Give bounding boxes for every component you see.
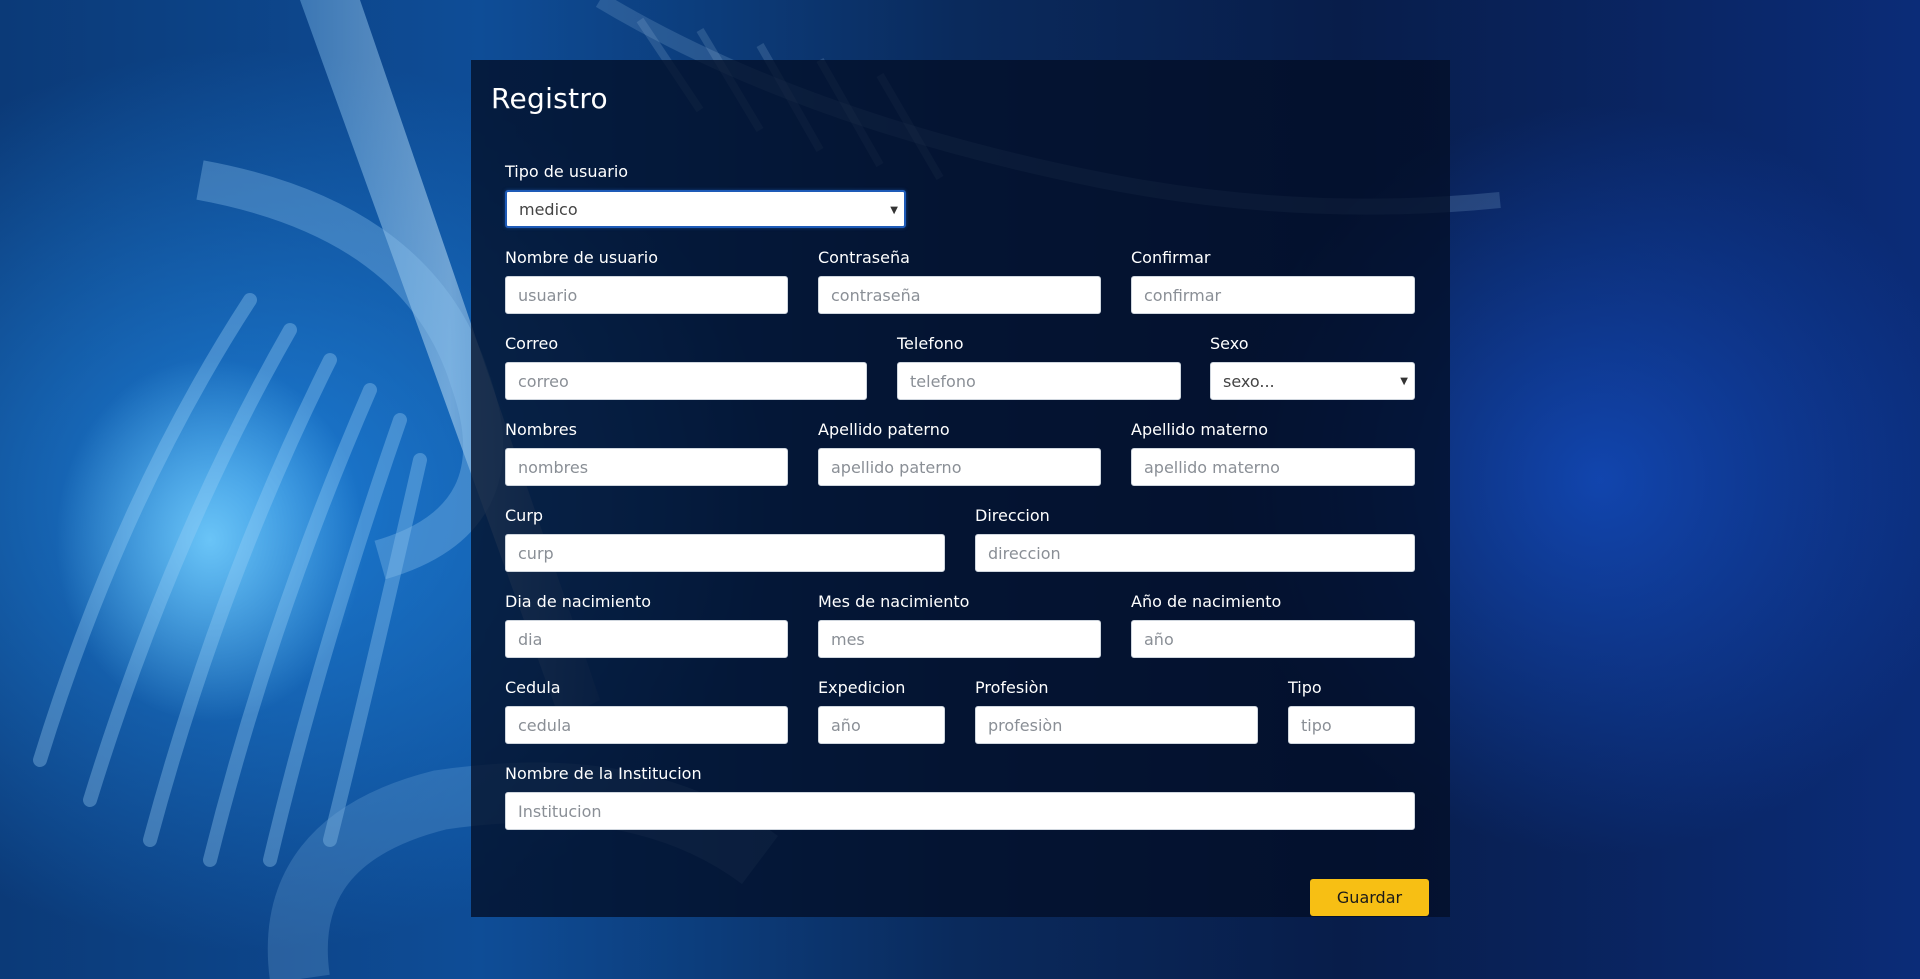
confirm-field: Confirmar <box>1131 248 1415 318</box>
type-field: Tipo <box>1288 678 1415 748</box>
license-label: Cedula <box>505 678 561 697</box>
save-button[interactable]: Guardar <box>1310 879 1429 916</box>
username-field: Nombre de usuario <box>505 248 788 318</box>
confirm-input[interactable] <box>1131 276 1415 314</box>
names-label: Nombres <box>505 420 577 439</box>
user-type-select[interactable]: medico ▼ <box>505 190 906 228</box>
address-label: Direccion <box>975 506 1050 525</box>
email-input[interactable] <box>505 362 867 400</box>
sex-label: Sexo <box>1210 334 1249 353</box>
profession-field: Profesiòn <box>975 678 1258 748</box>
email-field: Correo <box>505 334 867 404</box>
maternal-surname-field: Apellido materno <box>1131 420 1415 490</box>
username-input[interactable] <box>505 276 788 314</box>
birth-day-field: Dia de nacimiento <box>505 592 788 662</box>
username-label: Nombre de usuario <box>505 248 658 267</box>
license-input[interactable] <box>505 706 788 744</box>
user-type-value: medico <box>519 199 578 219</box>
sex-select[interactable]: sexo... ▼ <box>1210 362 1415 400</box>
dropdown-caret-icon: ▼ <box>890 205 898 216</box>
license-field: Cedula <box>505 678 788 748</box>
issue-year-input[interactable] <box>818 706 945 744</box>
curp-field: Curp <box>505 506 945 576</box>
page-title: Registro <box>491 82 608 115</box>
curp-label: Curp <box>505 506 544 525</box>
institution-input[interactable] <box>505 792 1415 830</box>
phone-label: Telefono <box>897 334 964 353</box>
type-label: Tipo <box>1288 678 1322 697</box>
paternal-surname-field: Apellido paterno <box>818 420 1101 490</box>
sex-field: Sexo sexo... ▼ <box>1210 334 1415 404</box>
names-field: Nombres <box>505 420 788 490</box>
birth-month-field: Mes de nacimiento <box>818 592 1101 662</box>
maternal-surname-input[interactable] <box>1131 448 1415 486</box>
birth-year-field: Año de nacimiento <box>1131 592 1415 662</box>
registration-panel: Registro Tipo de usuario medico ▼ Nombre… <box>471 60 1450 917</box>
user-type-field: Tipo de usuario medico ▼ <box>505 162 906 232</box>
confirm-label: Confirmar <box>1131 248 1211 267</box>
birth-year-input[interactable] <box>1131 620 1415 658</box>
user-type-label: Tipo de usuario <box>505 162 629 181</box>
institution-label: Nombre de la Institucion <box>505 764 702 783</box>
phone-field: Telefono <box>897 334 1181 404</box>
curp-input[interactable] <box>505 534 945 572</box>
phone-input[interactable] <box>897 362 1181 400</box>
password-field: Contraseña <box>818 248 1101 318</box>
address-input[interactable] <box>975 534 1415 572</box>
maternal-surname-label: Apellido materno <box>1131 420 1269 439</box>
issue-year-field: Expedicion <box>818 678 945 748</box>
birth-month-label: Mes de nacimiento <box>818 592 970 611</box>
profession-input[interactable] <box>975 706 1258 744</box>
password-input[interactable] <box>818 276 1101 314</box>
address-field: Direccion <box>975 506 1415 576</box>
paternal-surname-input[interactable] <box>818 448 1101 486</box>
birth-month-input[interactable] <box>818 620 1101 658</box>
profession-label: Profesiòn <box>975 678 1049 697</box>
password-label: Contraseña <box>818 248 910 267</box>
birth-day-input[interactable] <box>505 620 788 658</box>
birth-year-label: Año de nacimiento <box>1131 592 1282 611</box>
paternal-surname-label: Apellido paterno <box>818 420 950 439</box>
institution-field: Nombre de la Institucion <box>505 764 1415 834</box>
dropdown-caret-icon: ▼ <box>1400 376 1408 387</box>
email-label: Correo <box>505 334 559 353</box>
issue-year-label: Expedicion <box>818 678 906 697</box>
names-input[interactable] <box>505 448 788 486</box>
type-input[interactable] <box>1288 706 1415 744</box>
birth-day-label: Dia de nacimiento <box>505 592 652 611</box>
sex-value: sexo... <box>1223 371 1275 391</box>
